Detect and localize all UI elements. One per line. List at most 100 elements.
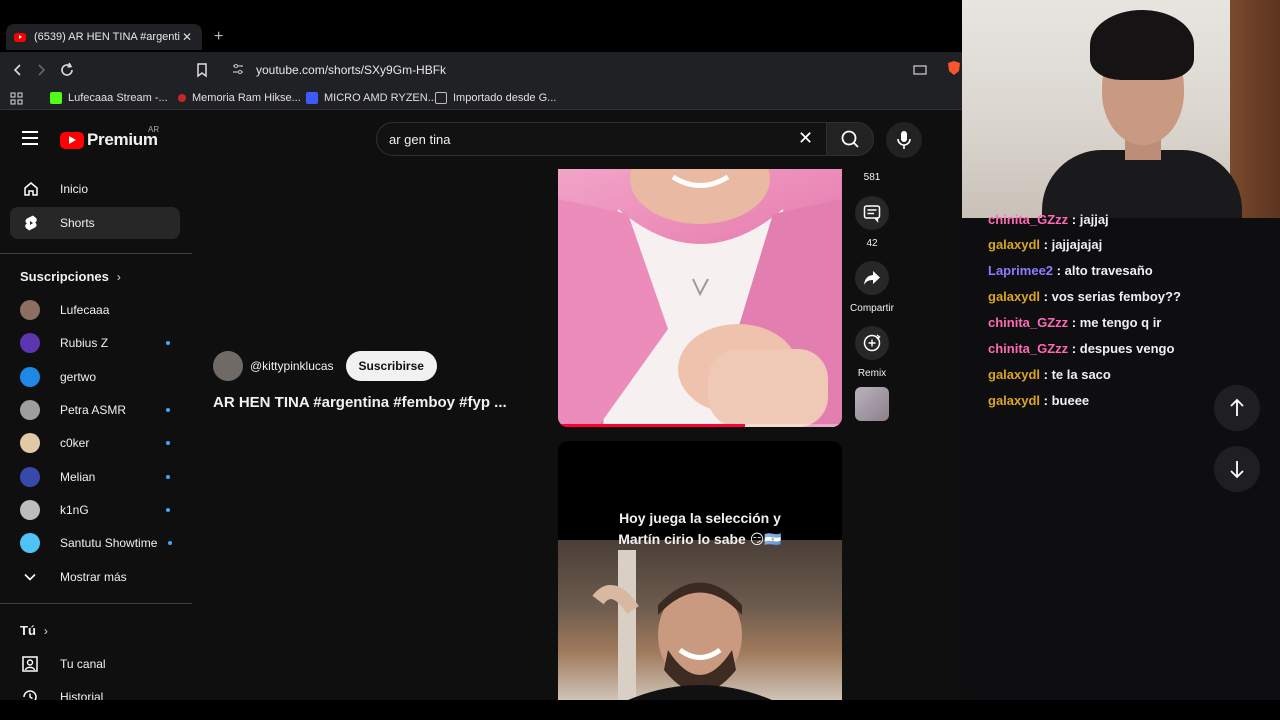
history-icon: [23, 690, 37, 700]
chat-username: galaxydl: [988, 393, 1041, 408]
chevron-down-icon: [24, 573, 36, 581]
forward-icon[interactable]: [31, 60, 51, 80]
youtube-favicon-icon: [14, 32, 26, 42]
bookmark-item[interactable]: Memoria Ram Hikse...: [178, 92, 301, 104]
chat-text: jajjaj: [1079, 212, 1109, 227]
youtube-play-icon: [60, 131, 84, 149]
chat-message: galaxydl : vos serias femboy??: [988, 289, 1181, 304]
remix-label: Remix: [857, 368, 887, 379]
chat-message: chinita_GZzz : me tengo q ir: [988, 315, 1162, 330]
avatar: [20, 400, 40, 420]
folder-icon: [435, 92, 447, 104]
subscription-item[interactable]: Rubius Z: [20, 331, 170, 355]
shorts-icon: [25, 215, 37, 231]
letterbox-bar: [0, 700, 1280, 720]
clear-search-icon[interactable]: ✕: [798, 128, 813, 148]
channel-handle[interactable]: @kittypinklucas: [250, 359, 334, 373]
chevron-right-icon: ›: [116, 269, 121, 284]
brave-shield-icon[interactable]: [946, 60, 962, 80]
site-settings-icon[interactable]: [232, 63, 244, 78]
subscription-item[interactable]: gertwo: [20, 365, 170, 389]
bookmark-item[interactable]: MICRO AMD RYZEN...: [306, 92, 437, 104]
subscription-item[interactable]: Petra ASMR: [20, 398, 170, 422]
browser-tab[interactable]: (6539) AR HEN TINA #argentina ✕: [6, 24, 202, 50]
avatar: [20, 300, 40, 320]
region-code: AR: [148, 125, 160, 134]
back-icon[interactable]: [8, 60, 28, 80]
chat-text: alto travesaño: [1064, 263, 1153, 278]
short-video-player[interactable]: [558, 169, 842, 427]
you-heading[interactable]: Tú ›: [20, 623, 48, 638]
video-frame: [558, 540, 842, 700]
avatar: [20, 433, 40, 453]
chat-message: chinita_GZzz : despues vengo: [988, 341, 1175, 356]
share-button[interactable]: [855, 261, 889, 295]
new-content-dot: [166, 441, 170, 445]
cast-icon[interactable]: [910, 60, 930, 80]
sidebar-divider: [0, 603, 192, 604]
tab-strip: (6539) AR HEN TINA #argentina ✕ +: [0, 0, 962, 52]
next-short-preview[interactable]: Hoy juega la selección y Martín cirio lo…: [558, 441, 842, 700]
like-count: 581: [863, 172, 881, 183]
comments-button[interactable]: [855, 196, 889, 230]
store-favicon-icon: [306, 92, 318, 104]
chat-username: Laprimee2: [988, 263, 1054, 278]
sidebar-item-shorts[interactable]: Shorts: [10, 207, 180, 239]
new-content-dot: [166, 508, 170, 512]
chat-username: chinita_GZzz: [988, 341, 1069, 356]
subscription-item[interactable]: k1nG: [20, 498, 170, 522]
sidebar: Inicio Shorts Suscripciones › Lufecaaa R…: [0, 167, 192, 700]
chat-text: despues vengo: [1079, 341, 1175, 356]
subscription-item[interactable]: Santutu Showtime: [20, 531, 172, 555]
subscription-item[interactable]: c0ker: [20, 431, 170, 455]
audio-thumbnail[interactable]: [855, 387, 889, 421]
url-text: youtube.com/shorts/SXy9Gm-HBFk: [256, 63, 447, 77]
video-progress-bar[interactable]: [558, 424, 842, 427]
chat-text: me tengo q ir: [1079, 315, 1162, 330]
address-bar[interactable]: youtube.com/shorts/SXy9Gm-HBFk: [222, 57, 922, 83]
search-query: ar gen tina: [389, 132, 451, 147]
search-icon: [841, 130, 859, 148]
search-input[interactable]: ar gen tina: [376, 122, 828, 156]
reload-icon[interactable]: [57, 60, 77, 80]
chat-message: galaxydl : te la saco: [988, 367, 1111, 382]
bookmarks-bar: Lufecaaa Stream -... Memoria Ram Hikse..…: [0, 88, 962, 110]
apps-grid-icon[interactable]: [10, 92, 23, 105]
previous-short-button[interactable]: [1214, 385, 1260, 431]
voice-search-button[interactable]: [886, 122, 922, 158]
chat-username: galaxydl: [988, 289, 1041, 304]
show-more-button[interactable]: Mostrar más: [20, 565, 170, 589]
short-channel-row: @kittypinklucas Suscribirse: [213, 351, 437, 381]
chat-username: chinita_GZzz: [988, 315, 1069, 330]
chat-message: galaxydl : bueee: [988, 393, 1090, 408]
subscriptions-heading[interactable]: Suscripciones ›: [20, 269, 121, 284]
chat-text: jajjajajaj: [1051, 237, 1103, 252]
channel-avatar[interactable]: [213, 351, 243, 381]
bookmark-icon[interactable]: [192, 60, 212, 80]
tab-close-icon[interactable]: ✕: [180, 30, 194, 44]
tab-title: (6539) AR HEN TINA #argentina: [34, 31, 180, 43]
remix-icon: [863, 334, 881, 352]
bookmark-item[interactable]: Lufecaaa Stream -...: [50, 92, 168, 104]
menu-icon[interactable]: [22, 131, 38, 145]
search-button[interactable]: [826, 122, 874, 156]
sidebar-item-tu-canal[interactable]: Tu canal: [20, 652, 170, 676]
youtube-premium-logo[interactable]: Premium AR: [60, 125, 159, 150]
chat-message: chinita_GZzz : jajjaj: [988, 212, 1109, 227]
sidebar-item-historial[interactable]: Historial: [20, 685, 170, 700]
store-favicon-icon: [178, 94, 186, 102]
chat-username: galaxydl: [988, 237, 1041, 252]
next-short-button[interactable]: [1214, 446, 1260, 492]
subscription-item[interactable]: Melian: [20, 465, 170, 489]
short-title[interactable]: AR HEN TINA #argentina #femboy #fyp ...: [213, 394, 543, 411]
webcam-feed: [962, 0, 1280, 218]
remix-button[interactable]: [855, 326, 889, 360]
new-content-dot: [166, 408, 170, 412]
bookmark-folder[interactable]: Importado desde G...: [435, 92, 556, 104]
subscribe-button[interactable]: Suscribirse: [345, 351, 437, 381]
subscription-item[interactable]: Lufecaaa: [20, 298, 170, 322]
chat-message: galaxydl : jajjajajaj: [988, 237, 1103, 252]
sidebar-item-inicio[interactable]: Inicio: [10, 173, 180, 205]
new-tab-icon[interactable]: +: [214, 28, 223, 46]
chat-message: Laprimee2 : alto travesaño: [988, 263, 1153, 278]
